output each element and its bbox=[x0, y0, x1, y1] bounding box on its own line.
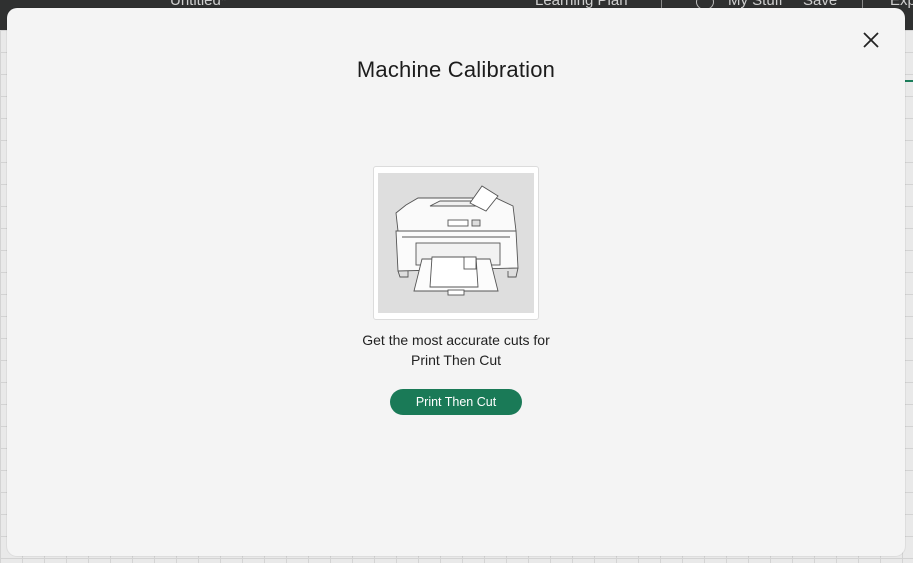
active-tab-indicator bbox=[905, 30, 913, 82]
print-then-cut-button[interactable]: Print Then Cut bbox=[390, 389, 522, 415]
printer-image-frame bbox=[373, 166, 539, 320]
description-line-1: Get the most accurate cuts for bbox=[362, 332, 550, 348]
close-icon[interactable] bbox=[859, 28, 883, 52]
modal-title: Machine Calibration bbox=[356, 57, 556, 82]
printer-illustration bbox=[378, 173, 534, 313]
modal-description: Get the most accurate cuts for Print The… bbox=[7, 330, 905, 370]
description-line-2: Print Then Cut bbox=[410, 352, 501, 368]
calibration-modal: Machine Calibration Get the most accurat… bbox=[7, 8, 905, 556]
